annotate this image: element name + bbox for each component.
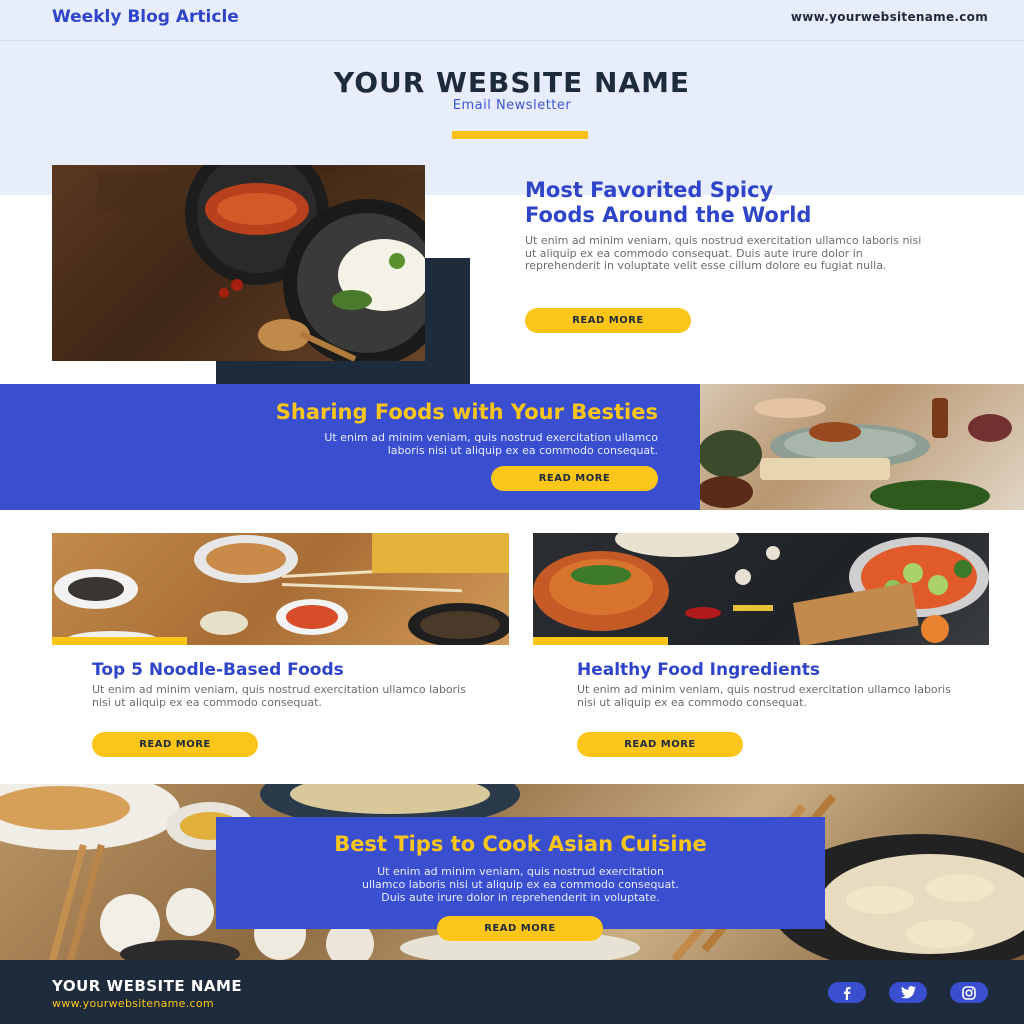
newsletter-subtitle: Email Newsletter	[452, 98, 572, 113]
healthy-ingredients-image	[533, 533, 989, 645]
site-url-link[interactable]: www.yourwebsitename.com	[791, 10, 988, 24]
footer-site-url-link[interactable]: www.yourwebsitename.com	[52, 997, 214, 1010]
article-1-read-more-button[interactable]: READ MORE	[525, 308, 691, 333]
article-5-body-line2: ullamco laboris nisi ut aliquip ex ea co…	[361, 878, 680, 891]
sharing-food-image	[700, 384, 1024, 510]
article-4-read-more-button[interactable]: READ MORE	[577, 732, 743, 757]
instagram-icon	[962, 985, 976, 1000]
card-1-accent-bar	[52, 637, 187, 645]
article-1-body: Ut enim ad minim veniam, quis nostrud ex…	[525, 234, 922, 272]
twitter-button[interactable]	[889, 982, 927, 1003]
article-2-body: Ut enim ad minim veniam, quis nostrud ex…	[150, 431, 658, 457]
article-1-title-line2: Foods Around the World	[525, 203, 812, 227]
facebook-icon	[844, 986, 851, 1000]
footer-site-name: YOUR WEBSITE NAME	[52, 977, 243, 995]
article-1-title-line1: Most Favorited Spicy	[525, 178, 774, 202]
site-name-heading: YOUR WEBSITE NAME	[333, 66, 691, 99]
article-2-read-more-button[interactable]: READ MORE	[491, 466, 658, 491]
article-4-body: Ut enim ad minim veniam, quis nostrud ex…	[577, 683, 951, 709]
article-5-body-line1: Ut enim ad minim veniam, quis nostrud ex…	[377, 865, 664, 878]
spicy-food-image	[52, 165, 425, 361]
article-3-read-more-button[interactable]: READ MORE	[92, 732, 258, 757]
article-1-title: Most Favorited Spicy Foods Around the Wo…	[525, 178, 965, 228]
noodle-food-image	[52, 533, 509, 645]
article-2-title: Sharing Foods with Your Besties	[275, 400, 658, 424]
article-5-title: Best Tips to Cook Asian Cuisine	[334, 832, 707, 856]
article-3-title: Top 5 Noodle-Based Foods	[92, 660, 344, 680]
article-2-body-line1: Ut enim ad minim veniam, quis nostrud ex…	[324, 431, 658, 444]
article-2-body-line2: laboris nisi ut aliquip ex ea commodo co…	[387, 444, 658, 457]
article-5-body-line3: Duis aute irure dolor in reprehenderit i…	[381, 891, 660, 904]
blog-tag: Weekly Blog Article	[52, 7, 239, 27]
article-5-read-more-button[interactable]: READ MORE	[437, 916, 603, 941]
article-4-title: Healthy Food Ingredients	[577, 660, 821, 680]
article-5-body: Ut enim ad minim veniam, quis nostrud ex…	[286, 865, 755, 904]
twitter-icon	[900, 986, 916, 999]
instagram-button[interactable]	[950, 982, 988, 1003]
article-3-body: Ut enim ad minim veniam, quis nostrud ex…	[92, 683, 466, 709]
title-underline	[452, 131, 588, 139]
card-2-accent-bar	[533, 637, 668, 645]
topbar-divider	[0, 40, 1024, 41]
facebook-button[interactable]	[828, 982, 866, 1003]
